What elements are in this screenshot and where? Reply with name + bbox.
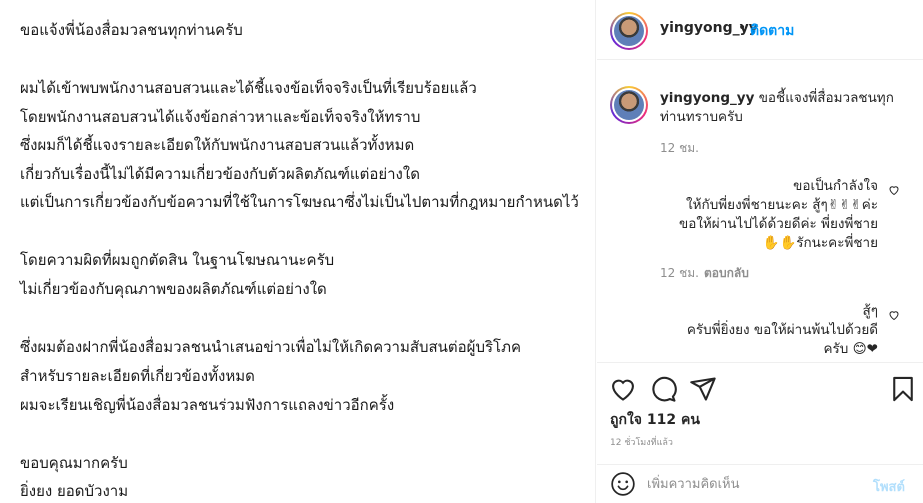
heart-icon[interactable] xyxy=(609,375,637,403)
post-line: เกี่ยวกับเรื่องนี้ไม่ได้มีความเกี่ยวข้อง… xyxy=(20,165,420,183)
comment-text: ครับ 😊❤ xyxy=(823,341,878,357)
share-icon[interactable] xyxy=(689,375,717,403)
comment: สู้ๆ ครับพี่ยิ่งยง ขอให้ผ่านพ้นไปด้วยดี … xyxy=(660,302,878,359)
caption-time: 12 ชม. xyxy=(660,141,699,155)
post-sidebar: yingyong_yy • ติดตาม yingyong_yy ขอชี้แจ… xyxy=(597,0,923,503)
post-line: ขอแจ้งพี่น้องสื่อมวลชนทุกท่านครับ xyxy=(20,21,243,39)
comment-time: 12 ชม. xyxy=(660,266,699,280)
post-line: แต่เป็นการเกี่ยวข้องกับข้อความที่ใช้ในกา… xyxy=(20,193,579,211)
post-line: ยิ่งยง ยอดบัวงาม xyxy=(20,482,129,500)
comment-text: สู้ๆ xyxy=(862,303,879,319)
comment-icon[interactable] xyxy=(649,375,677,403)
post-line: ไม่เกี่ยวข้องกับคุณภาพของผลิตภัณฑ์แต่อย่… xyxy=(20,280,327,298)
post-image: ขอแจ้งพี่น้องสื่อมวลชนทุกท่านครับ ผมได้เ… xyxy=(0,0,596,503)
avatar[interactable] xyxy=(610,12,648,50)
post-line: โดยพนักงานสอบสวนได้แจ้งข้อกล่าวหาและข้อเ… xyxy=(20,108,421,126)
comment-bar: โพสต์ xyxy=(597,464,923,503)
post-time-ago: 12 ชั่วโมงที่แล้ว xyxy=(610,438,673,448)
comment-text: ✋✋รักนะคะพี่ชาย xyxy=(762,235,878,251)
bookmark-icon[interactable] xyxy=(889,375,917,403)
emoji-icon[interactable] xyxy=(610,471,636,497)
caption-username[interactable]: yingyong_yy xyxy=(660,90,754,106)
caption: yingyong_yy ขอชี้แจงพี่สื่อมวลชนทุกท่านท… xyxy=(660,89,910,127)
post-comment-button[interactable]: โพสต์ xyxy=(873,476,905,497)
post-line: ผมจะเรียนเชิญพี่น้องสื่อมวลชนร่วมฟังการแ… xyxy=(20,396,395,414)
comment: ขอเป็นกำลังใจ ให้กับพี่ยงพี่ชายนะคะ สู้ๆ… xyxy=(660,177,878,253)
post-line: สำหรับรายละเอียดที่เกี่ยวข้องทั้งหมด xyxy=(20,367,255,385)
follow-button[interactable]: ติดตาม xyxy=(750,20,794,42)
post-line: โดยความผิดที่ผมถูกตัดสิน ในฐานโฆษณานะครั… xyxy=(20,251,335,269)
post-line: ซึ่งผมก็ได้ชี้แจงรายละเอียดให้กับพนักงาน… xyxy=(20,136,415,154)
likes-count[interactable]: ถูกใจ 112 คน xyxy=(610,409,700,431)
like-comment-heart-icon[interactable] xyxy=(888,309,900,321)
post-header: yingyong_yy • ติดตาม xyxy=(597,0,923,60)
add-comment-input[interactable] xyxy=(647,473,867,495)
post-actions: ถูกใจ 112 คน 12 ชั่วโมงที่แล้ว xyxy=(597,362,923,454)
post-line: ผมได้เข้าพบพนักงานสอบสวนและได้ชี้แจงข้อเ… xyxy=(20,79,477,97)
comment-text: ครับพี่ยิ่งยง ขอให้ผ่านพ้นไปด้วยดี xyxy=(686,322,878,338)
comment-text: ให้กับพี่ยงพี่ชายนะคะ สู้ๆ✌✌✌ค่ะ xyxy=(686,197,878,213)
post-line: ขอบคุณมากครับ xyxy=(20,454,128,472)
like-comment-heart-icon[interactable] xyxy=(888,184,900,196)
reply-button[interactable]: ตอบกลับ xyxy=(704,264,749,283)
separator-dot: • xyxy=(738,20,747,36)
post-line: ซึ่งผมต้องฝากพี่น้องสื่อมวลชนนำเสนอข่าวเ… xyxy=(20,338,522,356)
caption-avatar[interactable] xyxy=(610,86,648,124)
comment-text: ขอเป็นกำลังใจ xyxy=(793,178,878,194)
comment-text: ขอให้ผ่านไปได้ด้วยดีค่ะ พี่ยงพี่ชาย xyxy=(678,216,878,232)
